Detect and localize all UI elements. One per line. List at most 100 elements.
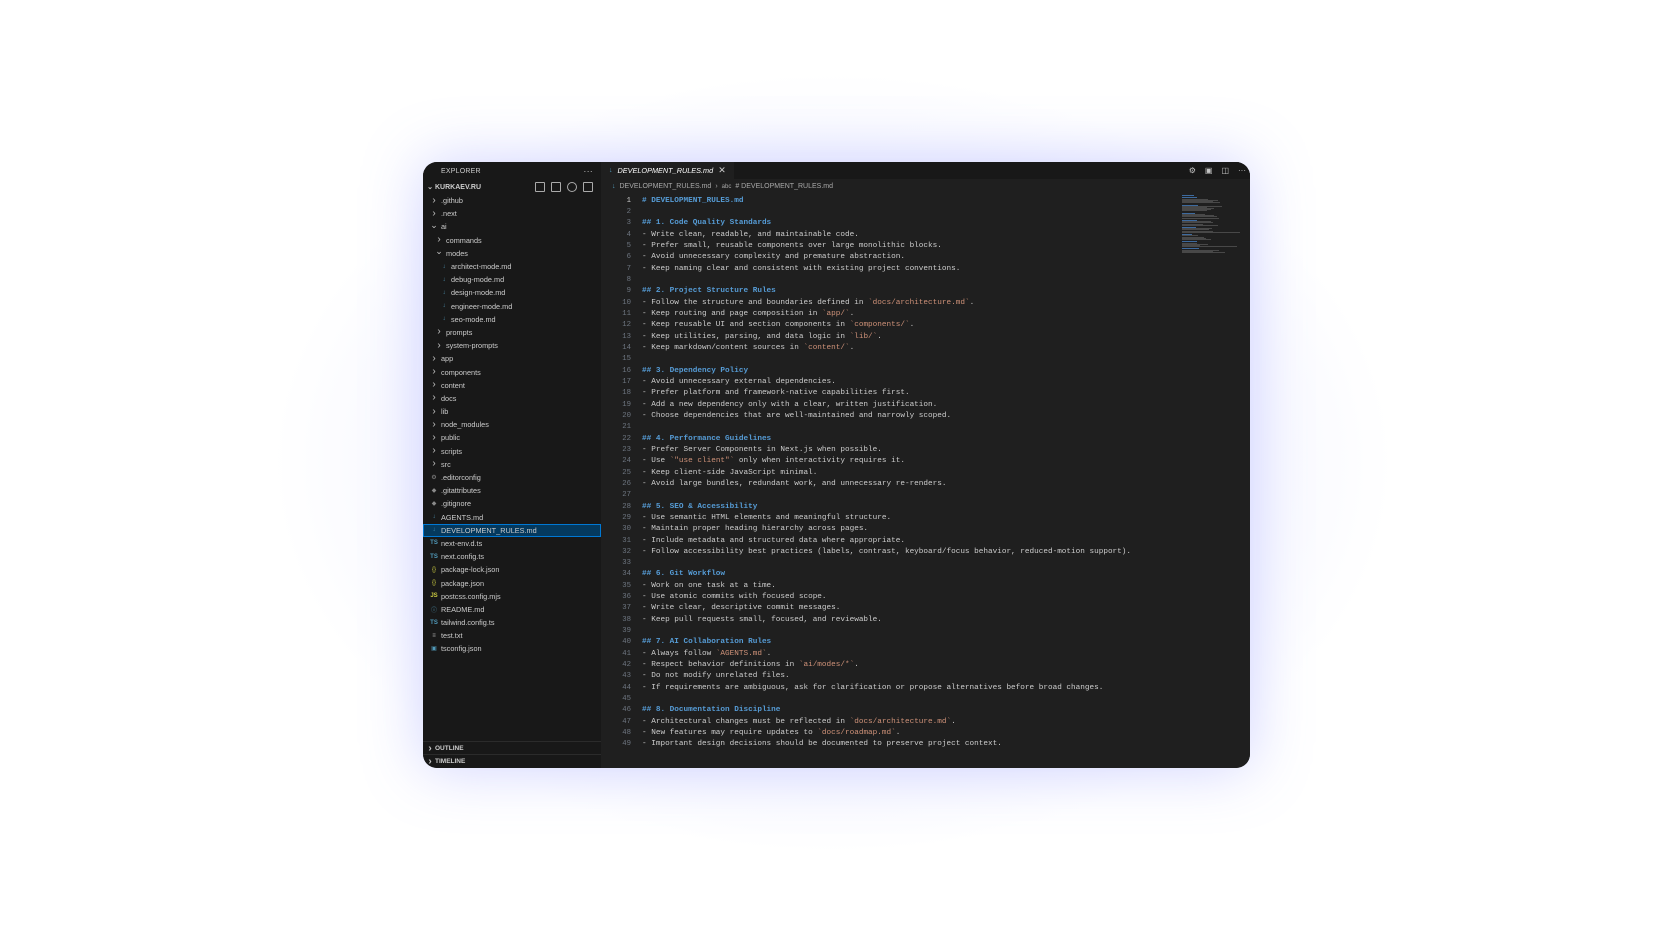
code-line[interactable]: 44 - If requirements are ambiguous, ask f… [601, 682, 1180, 693]
code-line[interactable]: 12 - Keep reusable UI and section compone… [601, 320, 1180, 331]
tree-item[interactable]: .next [423, 207, 601, 220]
tree-item[interactable]: TS tailwind.config.ts [423, 616, 601, 629]
code-line[interactable]: 34 ## 6. Git Workflow [601, 569, 1180, 580]
open-preview-icon[interactable]: ▣ [1205, 166, 1213, 175]
code-line[interactable]: 32 - Follow accessibility best practices … [601, 546, 1180, 557]
tree-item[interactable]: JS postcss.config.mjs [423, 590, 601, 603]
tree-item[interactable]: prompts [423, 326, 601, 339]
code-line[interactable]: 8 [601, 274, 1180, 285]
tree-item[interactable]: ◆ .gitignore [423, 497, 601, 510]
code-line[interactable]: 30 - Maintain proper heading hierarchy ac… [601, 524, 1180, 535]
copilot-icon[interactable]: ⚙ [1189, 166, 1196, 175]
code-line[interactable]: 6 - Avoid unnecessary complexity and prem… [601, 252, 1180, 263]
tree-item[interactable]: {} package-lock.json [423, 563, 601, 576]
tree-item[interactable]: TS next-env.d.ts [423, 537, 601, 550]
code-line[interactable]: 13 - Keep utilities, parsing, and data lo… [601, 331, 1180, 342]
tree-item[interactable]: docs [423, 392, 601, 405]
code-line[interactable]: 41 - Always follow `AGENTS.md`. [601, 648, 1180, 659]
code-line[interactable]: 15 [601, 354, 1180, 365]
minimap[interactable] [1182, 195, 1244, 255]
tree-item[interactable]: commands [423, 234, 601, 247]
code-line[interactable]: 37 - Write clear, descriptive commit mess… [601, 603, 1180, 614]
code-line[interactable]: 31 - Include metadata and structured data… [601, 535, 1180, 546]
code-line[interactable]: 35 - Work on one task at a time. [601, 580, 1180, 591]
outline-section[interactable]: OUTLINE [423, 741, 601, 755]
tree-item[interactable]: ↓ design-mode.md [423, 286, 601, 299]
tree-item[interactable]: app [423, 352, 601, 365]
code-line[interactable]: 7 - Keep naming clear and consistent with… [601, 263, 1180, 274]
tree-item[interactable]: ↓ seo-mode.md [423, 313, 601, 326]
code-line[interactable]: 46 ## 8. Documentation Discipline [601, 705, 1180, 716]
code-line[interactable]: 33 [601, 558, 1180, 569]
tree-item[interactable]: ↓ architect-mode.md [423, 260, 601, 273]
code-line[interactable]: 28 ## 5. SEO & Accessibility [601, 501, 1180, 512]
tree-item[interactable]: public [423, 431, 601, 444]
tree-item[interactable]: ◆ .gitattributes [423, 484, 601, 497]
split-editor-icon[interactable]: ◫ [1221, 166, 1229, 175]
tree-item[interactable]: TS next.config.ts [423, 550, 601, 563]
tree-item[interactable]: ↓ DEVELOPMENT_RULES.md [423, 523, 601, 537]
tree-item[interactable]: ≡ test.txt [423, 629, 601, 642]
tree-item[interactable]: ⓘ README.md [423, 603, 601, 616]
code-line[interactable]: 42 - Respect behavior definitions in `ai/… [601, 659, 1180, 670]
tree-item[interactable]: ↓ debug-mode.md [423, 273, 601, 286]
code-line[interactable]: 2 [601, 206, 1180, 217]
breadcrumb-file[interactable]: DEVELOPMENT_RULES.md [620, 183, 712, 190]
code-line[interactable]: 11 - Keep routing and page composition in… [601, 308, 1180, 319]
tree-item[interactable]: content [423, 379, 601, 392]
code-line[interactable]: 5 - Prefer small, reusable components ove… [601, 240, 1180, 251]
code-line[interactable]: 9 ## 2. Project Structure Rules [601, 286, 1180, 297]
tree-item[interactable]: ▣ tsconfig.json [423, 642, 601, 655]
refresh-icon[interactable] [567, 182, 577, 192]
tree-item[interactable]: system-prompts [423, 339, 601, 352]
code-line[interactable]: 48 - New features may require updates to … [601, 727, 1180, 738]
tab-development-rules[interactable]: ↓ DEVELOPMENT_RULES.md ✕ [601, 162, 734, 179]
tree-item[interactable]: ai [423, 220, 601, 233]
workspace-root[interactable]: ⌄ KURKAEV.RU [423, 180, 601, 194]
tree-item[interactable]: scripts [423, 445, 601, 458]
breadcrumb-symbol[interactable]: # DEVELOPMENT_RULES.md [735, 183, 833, 190]
code-line[interactable]: 43 - Do not modify unrelated files. [601, 671, 1180, 682]
new-file-icon[interactable] [535, 182, 545, 192]
code-line[interactable]: 23 - Prefer Server Components in Next.js … [601, 444, 1180, 455]
code-line[interactable]: 39 [601, 625, 1180, 636]
code-line[interactable]: 17 - Avoid unnecessary external dependenc… [601, 376, 1180, 387]
tree-item[interactable]: ↓ engineer-mode.md [423, 300, 601, 313]
code-line[interactable]: 21 [601, 422, 1180, 433]
code-line[interactable]: 38 - Keep pull requests small, focused, a… [601, 614, 1180, 625]
more-actions-icon[interactable]: ··· [583, 166, 593, 176]
code-line[interactable]: 25 - Keep client-side JavaScript minimal. [601, 467, 1180, 478]
code-line[interactable]: 19 - Add a new dependency only with a cle… [601, 399, 1180, 410]
code-line[interactable]: 26 - Avoid large bundles, redundant work,… [601, 478, 1180, 489]
code-line[interactable]: 14 - Keep markdown/content sources in `co… [601, 342, 1180, 353]
code-line[interactable]: 20 - Choose dependencies that are well-ma… [601, 410, 1180, 421]
code-line[interactable]: 24 - Use `"use client"` only when interac… [601, 456, 1180, 467]
code-line[interactable]: 1 # DEVELOPMENT_RULES.md [601, 195, 1180, 206]
tree-item[interactable]: lib [423, 405, 601, 418]
tree-item[interactable]: .github [423, 194, 601, 207]
code-line[interactable]: 3 ## 1. Code Quality Standards [601, 218, 1180, 229]
timeline-section[interactable]: TIMELINE [423, 754, 601, 768]
code-line[interactable]: 18 - Prefer platform and framework-native… [601, 388, 1180, 399]
code-line[interactable]: 36 - Use atomic commits with focused scop… [601, 591, 1180, 602]
code-line[interactable]: 4 - Write clean, readable, and maintainab… [601, 229, 1180, 240]
code-line[interactable]: 45 [601, 693, 1180, 704]
close-icon[interactable]: ✕ [718, 165, 726, 176]
code-line[interactable]: 16 ## 3. Dependency Policy [601, 365, 1180, 376]
tree-item[interactable]: components [423, 365, 601, 378]
tree-item[interactable]: {} package.json [423, 576, 601, 589]
tree-item[interactable]: ↓ AGENTS.md [423, 511, 601, 524]
code-editor[interactable]: 1 # DEVELOPMENT_RULES.md 2 3 ## 1. Code Qual… [601, 195, 1180, 750]
code-line[interactable]: 10 - Follow the structure and boundaries … [601, 297, 1180, 308]
code-line[interactable]: 29 - Use semantic HTML elements and meani… [601, 512, 1180, 523]
code-line[interactable]: 40 ## 7. AI Collaboration Rules [601, 637, 1180, 648]
code-line[interactable]: 22 ## 4. Performance Guidelines [601, 433, 1180, 444]
tree-item[interactable]: ⚙ .editorconfig [423, 471, 601, 484]
tree-item[interactable]: src [423, 458, 601, 471]
more-actions-icon[interactable]: ··· [1238, 166, 1246, 175]
collapse-all-icon[interactable] [583, 182, 593, 192]
code-line[interactable]: 27 [601, 490, 1180, 501]
code-line[interactable]: 49 - Important design decisions should be… [601, 739, 1180, 750]
code-line[interactable]: 47 - Architectural changes must be reflec… [601, 716, 1180, 727]
tree-item[interactable]: modes [423, 247, 601, 260]
